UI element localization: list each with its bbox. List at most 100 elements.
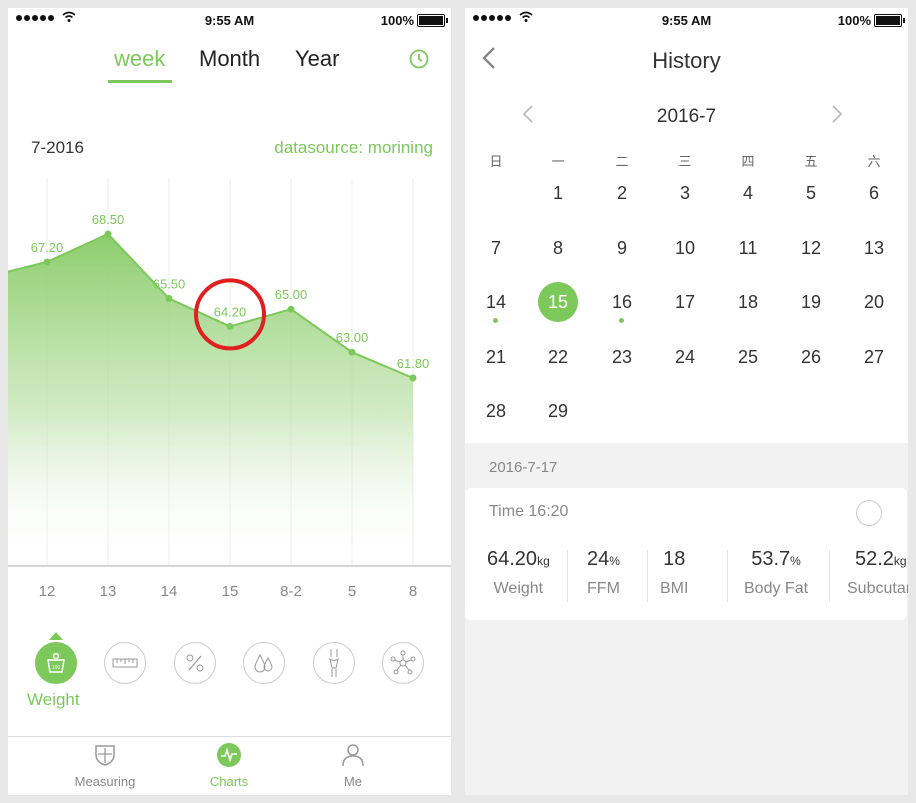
- x-tick-label: 15: [222, 583, 239, 600]
- calendar-day[interactable]: 17: [660, 282, 710, 322]
- calendar-day[interactable]: 22: [533, 337, 583, 377]
- calendar-day-number: 2: [616, 183, 627, 203]
- has-record-dot: [493, 318, 498, 323]
- calendar-day-number: 25: [737, 346, 759, 367]
- calendar-day-number: 20: [863, 292, 885, 312]
- person-icon: [342, 744, 364, 767]
- weekday-label: 三: [678, 154, 692, 169]
- record-card[interactable]: Time 16:20 64.20kg Weight 24% FFM 18 BMI 53.7%…: [465, 488, 908, 620]
- tab-week[interactable]: week: [114, 46, 165, 72]
- data-point[interactable]: [226, 322, 234, 330]
- weekday-label: 六: [867, 154, 881, 169]
- calendar-day[interactable]: 11: [723, 228, 773, 268]
- period-label: 7-2016: [31, 138, 84, 157]
- calendar-day[interactable]: 29: [533, 391, 583, 431]
- body-icon: [329, 649, 339, 677]
- data-point[interactable]: [104, 230, 112, 238]
- tab-month[interactable]: Month: [199, 46, 260, 72]
- calendar-day[interactable]: 1: [533, 173, 583, 213]
- next-month-icon[interactable]: [831, 104, 843, 124]
- history-screen: 9:55 AM 100% History 2016-7 日一二三四五六 1234…: [465, 8, 908, 795]
- data-value-label: 65.50: [153, 276, 186, 291]
- weight-scale-icon: 100: [47, 652, 65, 673]
- calendar-day[interactable]: 14: [471, 282, 521, 323]
- status-bar: 9:55 AM 100%: [465, 8, 908, 32]
- select-record-checkbox[interactable]: [856, 500, 882, 526]
- stat-divider: [829, 550, 830, 602]
- calendar-day[interactable]: 10: [660, 228, 710, 268]
- stat-unit: kg: [537, 554, 550, 568]
- calendar-day[interactable]: 24: [660, 337, 710, 377]
- calendar-day[interactable]: 8: [533, 228, 583, 268]
- nav-me[interactable]: Me: [303, 743, 403, 789]
- calendar-day-number: 26: [800, 346, 822, 367]
- data-point[interactable]: [165, 294, 173, 302]
- data-value-label: 67.20: [31, 240, 64, 255]
- calendar-day[interactable]: 12: [786, 228, 836, 268]
- calendar-day[interactable]: 26: [786, 337, 836, 377]
- calendar-day[interactable]: 19: [786, 282, 836, 322]
- stat-name: BMI: [660, 580, 689, 597]
- calendar-day[interactable]: 5: [786, 173, 836, 213]
- calendar-day-number: 13: [863, 237, 885, 258]
- calendar-day[interactable]: 16: [597, 282, 647, 323]
- calendar-day-number: 3: [679, 183, 690, 203]
- data-point[interactable]: [409, 374, 417, 382]
- nav-measuring[interactable]: Measuring: [55, 743, 155, 789]
- calendar-day[interactable]: 15: [533, 282, 583, 322]
- calendar-day-number: 8: [552, 237, 563, 258]
- calendar-day-number: 6: [868, 183, 879, 203]
- calendar-day-number: 12: [800, 237, 822, 258]
- stat-name: Weight: [493, 580, 544, 597]
- battery-percent: 100%: [837, 13, 871, 28]
- calendar-day[interactable]: 7: [471, 228, 521, 268]
- calendar-day[interactable]: 2: [597, 173, 647, 213]
- battery-percent: 100%: [380, 13, 414, 28]
- selected-caret-icon: [49, 632, 63, 640]
- datasource-label[interactable]: datasource: morining: [274, 138, 433, 158]
- stat-unit: %: [790, 554, 801, 568]
- calendar-day-number: 19: [800, 292, 822, 312]
- calendar-day[interactable]: 4: [723, 173, 773, 213]
- percent-metric-button[interactable]: [174, 642, 216, 684]
- calendar-day[interactable]: 27: [849, 337, 899, 377]
- calendar-day-number: 15: [547, 292, 569, 312]
- molecule-metric-button[interactable]: [382, 642, 424, 684]
- calendar-day-number: 14: [485, 292, 507, 312]
- nav-charts-label: Charts: [209, 774, 249, 789]
- stat-weight: 64.20kg Weight: [487, 548, 550, 598]
- active-tab-indicator: [108, 80, 172, 83]
- ruler-metric-button[interactable]: [104, 642, 146, 684]
- clock-icon[interactable]: [409, 49, 429, 69]
- water-metric-button[interactable]: [243, 642, 285, 684]
- body-metric-button[interactable]: [313, 642, 355, 684]
- data-point[interactable]: [43, 258, 51, 266]
- data-point[interactable]: [348, 348, 356, 356]
- calendar-day[interactable]: 28: [471, 391, 521, 431]
- calendar-day[interactable]: 9: [597, 228, 647, 268]
- data-point[interactable]: [287, 305, 295, 313]
- weight-metric-button[interactable]: 100: [35, 642, 77, 684]
- weekday-label: 五: [804, 154, 818, 169]
- stat-name: Subcutan: [847, 580, 908, 597]
- calendar-day[interactable]: 21: [471, 337, 521, 377]
- nav-charts[interactable]: Charts: [179, 743, 279, 789]
- calendar-day-number: 9: [616, 237, 627, 258]
- bottom-nav: Measuring Charts Me: [8, 736, 451, 795]
- calendar-day[interactable]: 23: [597, 337, 647, 377]
- calendar-day[interactable]: 13: [849, 228, 899, 268]
- charts-screen: 9:55 AM 100% week Month Year 7-2016 data…: [8, 8, 451, 795]
- record-date: 2016-7-17: [489, 459, 558, 476]
- shield-icon: [95, 745, 115, 766]
- x-tick-label: 13: [100, 583, 117, 600]
- record-time: Time 16:20: [489, 503, 569, 520]
- svg-text:100: 100: [52, 665, 61, 671]
- calendar-day-number: 28: [485, 401, 507, 421]
- calendar-day[interactable]: 20: [849, 282, 899, 322]
- x-tick-label: 8-2: [280, 583, 302, 600]
- calendar-day[interactable]: 3: [660, 173, 710, 213]
- calendar-day[interactable]: 6: [849, 173, 899, 213]
- calendar-day[interactable]: 25: [723, 337, 773, 377]
- tab-year[interactable]: Year: [295, 46, 339, 72]
- calendar-day[interactable]: 18: [723, 282, 773, 322]
